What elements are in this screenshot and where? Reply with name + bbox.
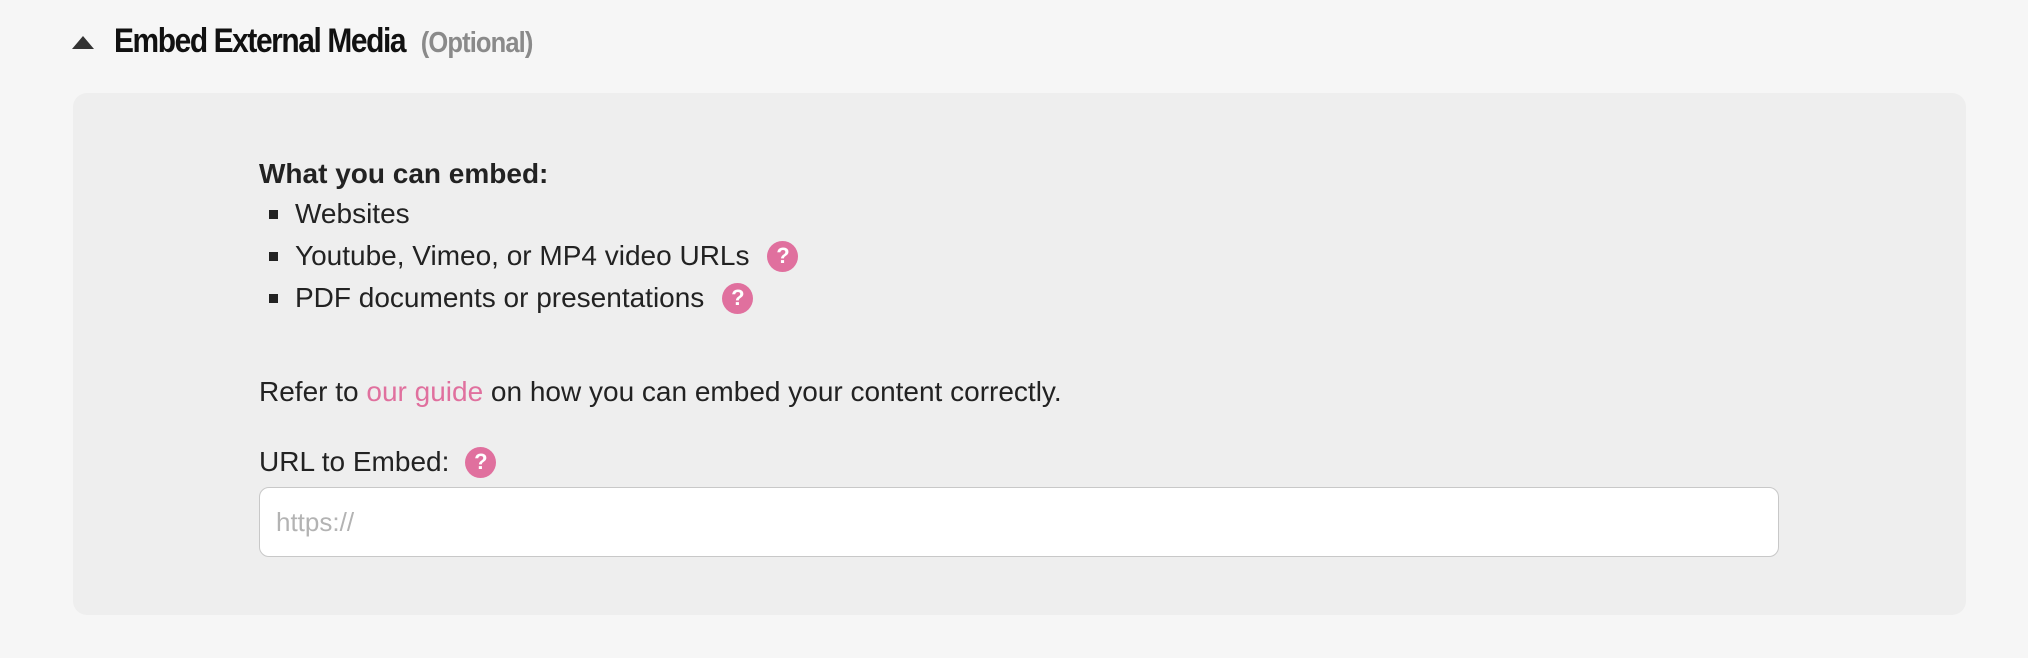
question-help-icon[interactable]: ? [465,446,497,478]
guide-text: Refer to our guide on how you can embed … [259,373,1779,411]
embed-types-list: Websites Youtube, Vimeo, or MP4 video UR… [259,193,1779,319]
list-item-pdf-documents: PDF documents or presentations ? [269,277,1779,319]
section-title: Embed External Media (Optional) [114,21,534,61]
list-item-websites: Websites [269,193,1779,235]
our-guide-link[interactable]: our guide [366,376,483,407]
embed-panel-content: What you can embed: Websites Youtube, Vi… [259,155,1779,557]
question-help-icon[interactable]: ? [722,282,754,314]
question-help-icon[interactable]: ? [767,240,799,272]
url-field-label: URL to Embed: [259,446,450,477]
guide-prefix: Refer to [259,376,367,407]
embed-panel: What you can embed: Websites Youtube, Vi… [73,93,1966,615]
list-item-video-urls: Youtube, Vimeo, or MP4 video URLs ? [269,235,1779,277]
section-header-toggle[interactable]: Embed External Media (Optional) [72,14,590,68]
url-embed-input[interactable] [259,487,1779,557]
guide-suffix: on how you can embed your content correc… [483,376,1062,407]
list-item-label: Websites [295,198,410,229]
section-title-text: Embed External Media [114,21,406,60]
list-item-label: PDF documents or presentations [295,282,705,313]
triangle-up-icon[interactable] [72,35,94,49]
url-field-label-row: URL to Embed: ? [259,443,1779,481]
can-embed-title: What you can embed: [259,158,549,189]
list-item-label: Youtube, Vimeo, or MP4 video URLs [295,240,750,271]
optional-label: (Optional) [420,26,534,59]
